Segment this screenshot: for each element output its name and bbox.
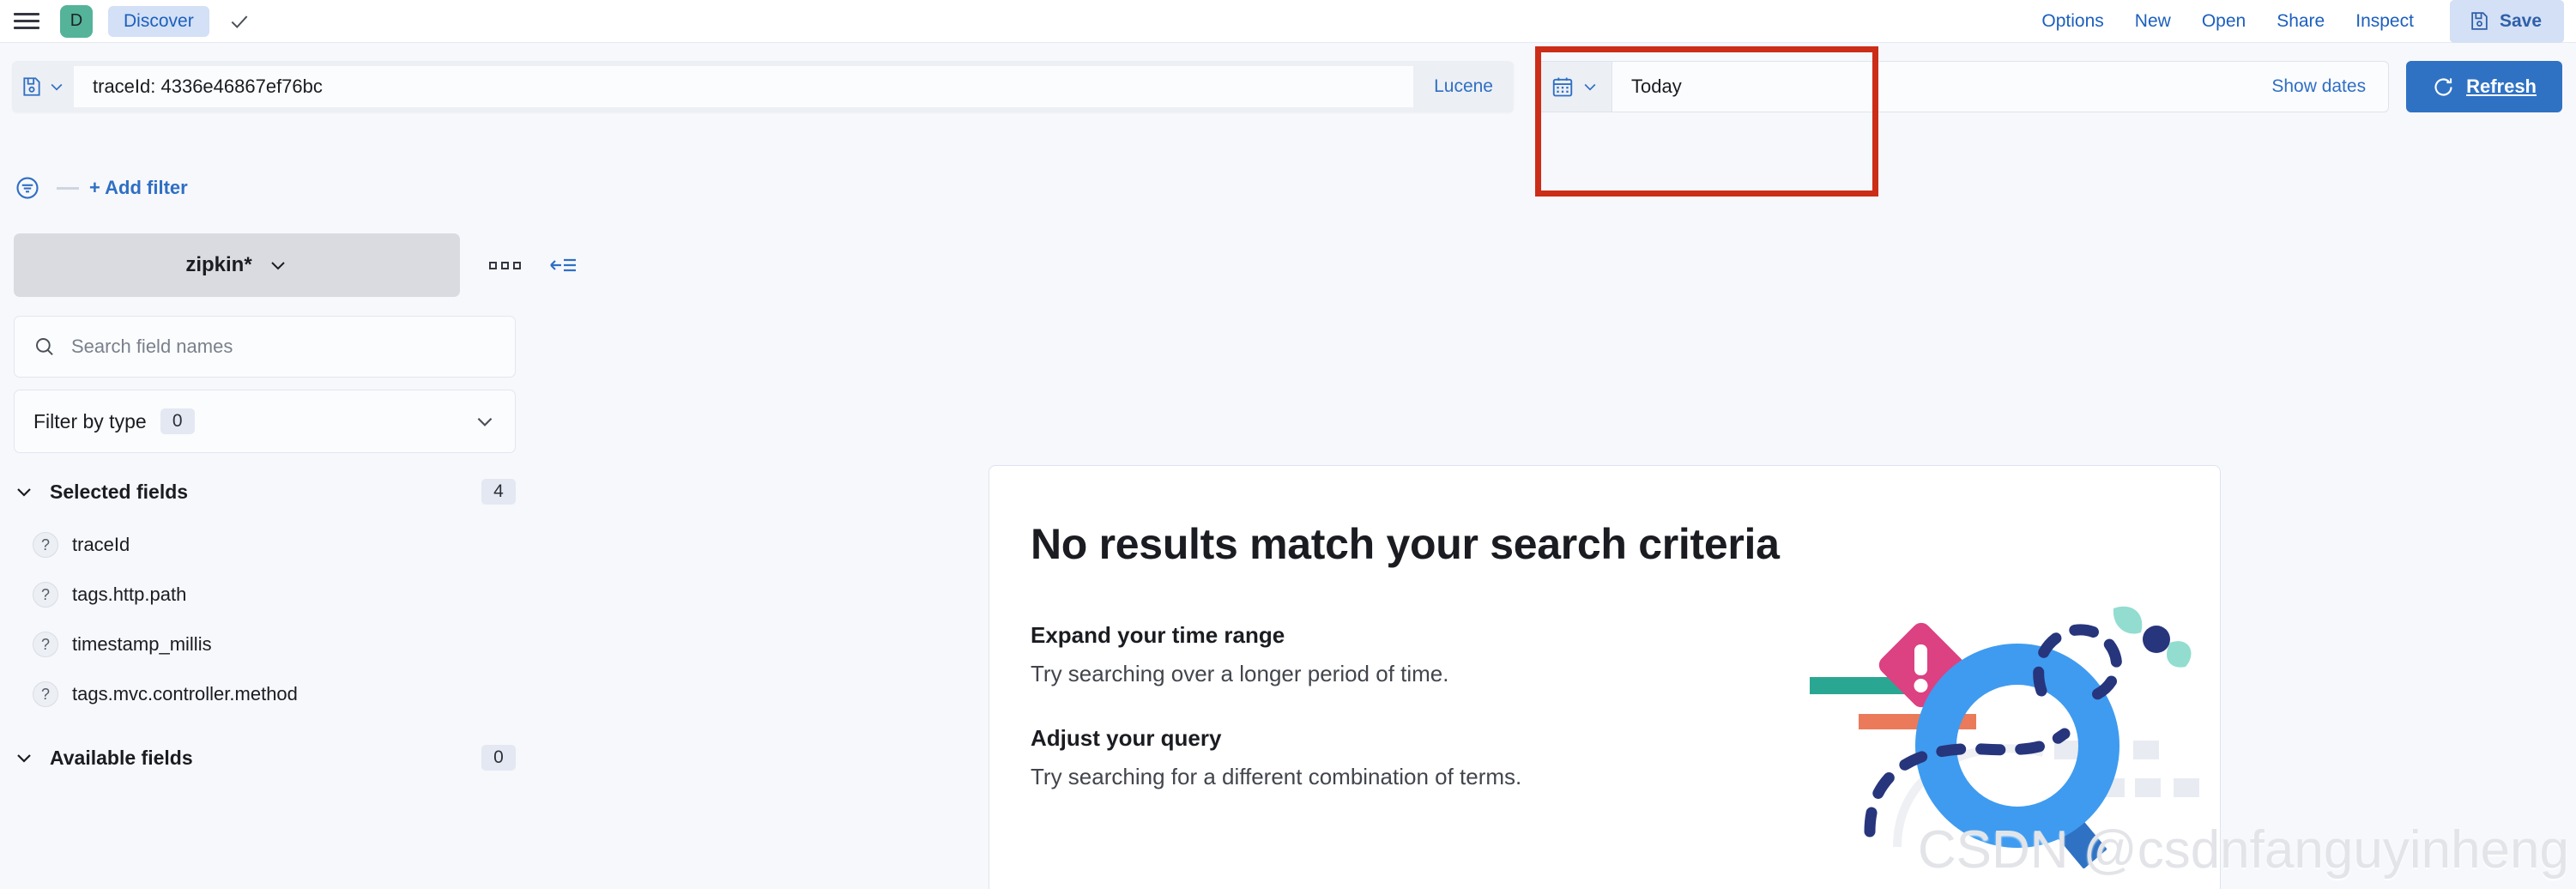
chevron-down-icon xyxy=(14,481,34,502)
query-input-wrapper: traceId: 4336e46867ef76bc Lucene xyxy=(12,61,1514,112)
search-icon xyxy=(33,336,56,358)
field-name: traceId xyxy=(72,534,130,555)
filter-bar: + Add filter xyxy=(0,161,2576,215)
index-pattern-row: zipkin* xyxy=(14,233,973,297)
filter-divider xyxy=(57,186,79,190)
field-name: tags.mvc.controller.method xyxy=(72,683,298,705)
space-avatar[interactable]: D xyxy=(60,4,93,38)
share-link[interactable]: Share xyxy=(2261,4,2340,39)
field-name: timestamp_millis xyxy=(72,633,212,655)
filter-by-type-dropdown[interactable]: Filter by type 0 xyxy=(14,390,516,453)
add-filter-button[interactable]: + Add filter xyxy=(89,177,188,199)
selected-fields-count: 4 xyxy=(481,479,516,505)
save-disk-icon xyxy=(2469,10,2490,32)
hint-adjust-query: Adjust your query Try searching for a di… xyxy=(1031,725,1700,790)
query-bar-row: traceId: 4336e46867ef76bc Lucene Today S… xyxy=(0,53,2576,120)
hint-title: Expand your time range xyxy=(1031,622,1285,648)
search-field-names-input[interactable] xyxy=(71,336,496,358)
index-pattern-selector[interactable]: zipkin* xyxy=(14,233,460,297)
index-pattern-label: zipkin* xyxy=(185,253,252,276)
unknown-field-icon: ? xyxy=(33,681,58,707)
date-range-value[interactable]: Today xyxy=(1612,76,2271,98)
filter-by-type-count: 0 xyxy=(160,408,195,434)
saved-query-disk-icon[interactable] xyxy=(12,61,74,112)
search-input[interactable]: traceId: 4336e46867ef76bc xyxy=(74,66,1414,107)
top-header-bar: D Discover Options New Open Share Inspec… xyxy=(0,0,2576,43)
selected-fields-list: ? traceId ? tags.http.path ? timestamp_m… xyxy=(14,520,973,719)
filter-funnel-icon[interactable] xyxy=(9,169,46,207)
list-item[interactable]: ? traceId xyxy=(14,520,973,570)
options-link[interactable]: Options xyxy=(2026,4,2119,39)
collapse-sidebar-icon[interactable] xyxy=(548,254,577,276)
selected-fields-label: Selected fields xyxy=(50,480,189,503)
list-item[interactable]: ? tags.http.path xyxy=(14,570,973,620)
list-item[interactable]: ? timestamp_millis xyxy=(14,620,973,669)
refresh-button[interactable]: Refresh xyxy=(2406,61,2562,112)
hint-text: Try searching for a different combinatio… xyxy=(1031,764,1522,789)
selected-fields-section-header[interactable]: Selected fields 4 xyxy=(14,479,516,505)
chevron-down-icon xyxy=(474,410,496,432)
chevron-down-icon xyxy=(14,747,34,768)
date-picker: Today Show dates xyxy=(1536,61,2390,112)
chevron-down-icon xyxy=(268,255,288,275)
more-options-icon[interactable] xyxy=(489,261,521,269)
magnifying-glass-no-results-illustration xyxy=(1769,590,2215,889)
kibana-discover-app: D Discover Options New Open Share Inspec… xyxy=(0,0,2576,889)
list-item[interactable]: ? tags.mvc.controller.method xyxy=(14,669,973,719)
unknown-field-icon: ? xyxy=(33,582,58,608)
hint-text: Try searching over a longer period of ti… xyxy=(1031,661,1449,686)
hint-title: Adjust your query xyxy=(1031,725,1222,751)
unknown-field-icon: ? xyxy=(33,632,58,657)
field-name: tags.http.path xyxy=(72,584,187,605)
header-nav: Options New Open Share Inspect xyxy=(2026,4,2429,39)
available-fields-label: Available fields xyxy=(50,746,193,769)
unknown-field-icon: ? xyxy=(33,532,58,558)
hint-expand-time-range: Expand your time range Try searching ove… xyxy=(1031,622,1700,687)
field-sidebar: zipkin* Search field names Filter by typ… xyxy=(0,220,987,889)
save-button[interactable]: Save xyxy=(2449,0,2564,43)
page-title: No results match your search criteria xyxy=(1031,520,1780,568)
checkmark-icon xyxy=(228,10,251,33)
available-fields-count: 0 xyxy=(481,745,516,771)
open-link[interactable]: Open xyxy=(2186,4,2261,39)
available-fields-section-header[interactable]: Available fields 0 xyxy=(14,745,516,771)
breadcrumb[interactable]: Discover xyxy=(108,5,209,37)
new-link[interactable]: New xyxy=(2119,4,2186,39)
filter-by-type-label: Filter by type xyxy=(33,409,147,432)
refresh-icon xyxy=(2432,76,2455,99)
calendar-icon[interactable] xyxy=(1537,62,1612,112)
no-results-panel: No results match your search criteria Ex… xyxy=(989,465,2221,889)
hamburger-menu-icon[interactable] xyxy=(14,10,45,33)
query-language-label[interactable]: Lucene xyxy=(1413,76,1514,97)
field-search-box[interactable] xyxy=(14,316,516,378)
inspect-link[interactable]: Inspect xyxy=(2340,4,2429,39)
show-dates-button[interactable]: Show dates xyxy=(2271,76,2388,97)
save-label: Save xyxy=(2499,10,2542,31)
refresh-label: Refresh xyxy=(2466,76,2537,97)
